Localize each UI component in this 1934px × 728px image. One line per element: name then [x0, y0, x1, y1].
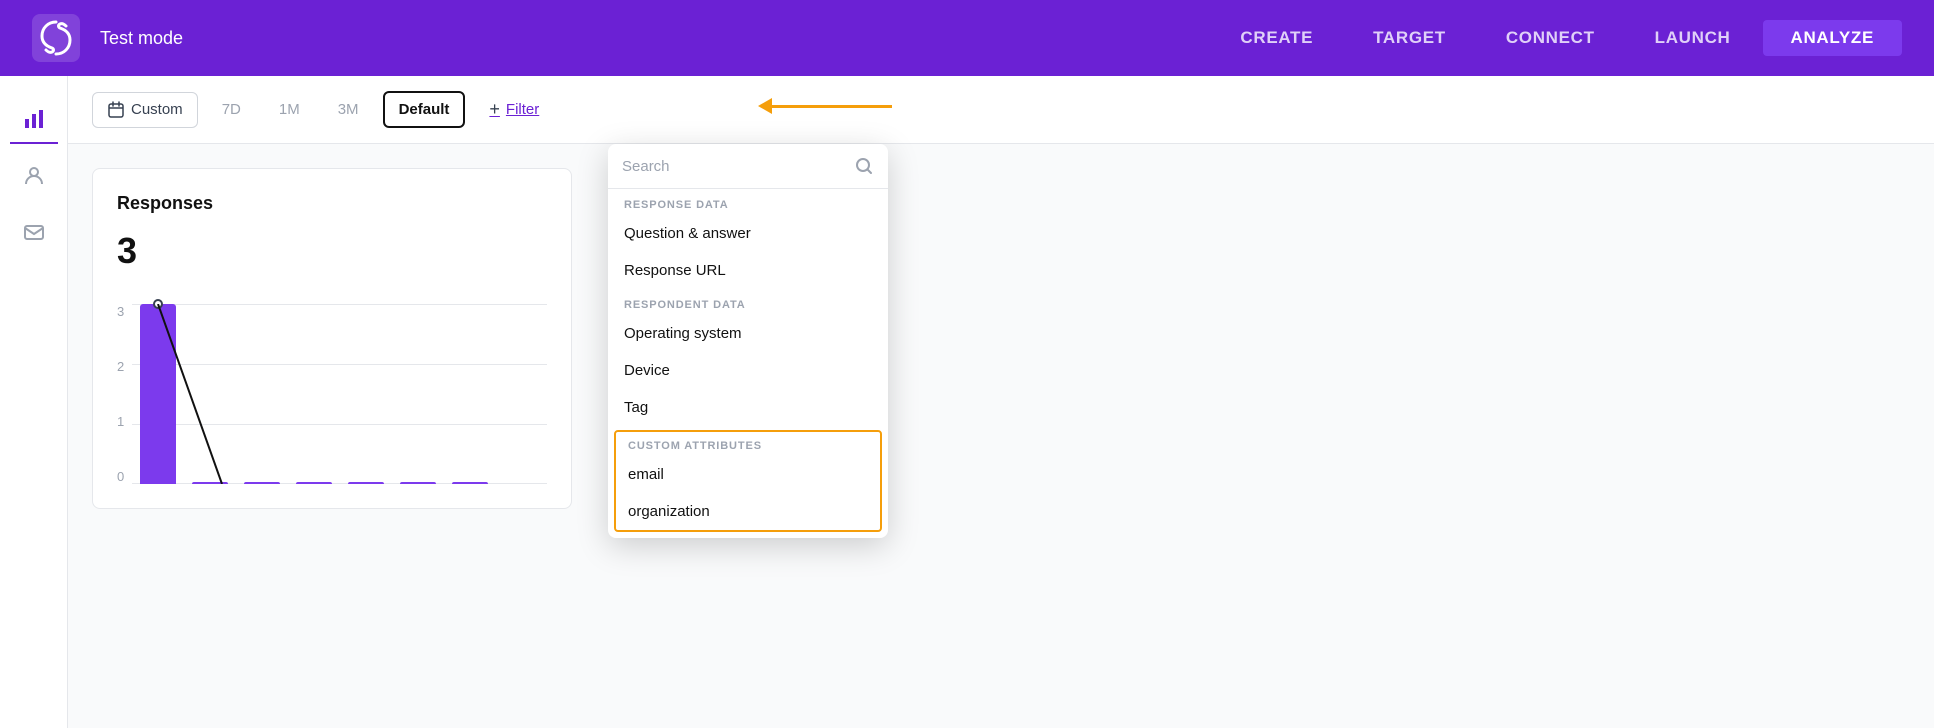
- bar-4: [296, 482, 332, 484]
- sidebar: [0, 76, 68, 728]
- orange-arrow-annotation: [758, 98, 892, 114]
- period-default-button[interactable]: Default: [383, 91, 466, 128]
- custom-attributes-label: CUSTOM ATTRIBUTES: [616, 432, 880, 456]
- mail-icon: [22, 220, 46, 244]
- sidebar-item-messages[interactable]: [10, 208, 58, 256]
- chart-inner: 0 1 2 3: [117, 284, 547, 484]
- bars-container: [132, 304, 547, 484]
- period-7d-button[interactable]: 7D: [208, 93, 255, 126]
- response-data-section: RESPONSE DATA Question & answer Response…: [608, 189, 888, 289]
- dropdown-search-container: [608, 144, 888, 189]
- chart-total: 3: [117, 230, 547, 272]
- dropdown-search-input[interactable]: [622, 158, 846, 175]
- nav-target[interactable]: TARGET: [1345, 20, 1474, 56]
- bar-chart-icon: [22, 107, 46, 131]
- dropdown-item-organization[interactable]: organization: [616, 493, 880, 530]
- nav-launch[interactable]: LAUNCH: [1627, 20, 1759, 56]
- response-data-label: RESPONSE DATA: [608, 189, 888, 215]
- app-logo: [32, 14, 80, 62]
- custom-date-button[interactable]: Custom: [92, 92, 198, 128]
- search-icon: [854, 156, 874, 176]
- y-axis: 0 1 2 3: [117, 304, 124, 484]
- dropdown-item-device[interactable]: Device: [608, 352, 888, 389]
- period-3m-button[interactable]: 3M: [324, 93, 373, 126]
- bar-3: [244, 482, 280, 484]
- chart-area: Responses 3 0 1 2 3: [68, 144, 1934, 533]
- dropdown-item-operating-system[interactable]: Operating system: [608, 315, 888, 352]
- dropdown-item-tag[interactable]: Tag: [608, 389, 888, 426]
- respondent-data-label: RESPONDENT DATA: [608, 289, 888, 315]
- bar-6: [400, 482, 436, 484]
- filter-label: Filter: [506, 101, 539, 118]
- dropdown-item-question-answer[interactable]: Question & answer: [608, 215, 888, 252]
- dropdown-item-email[interactable]: email: [616, 456, 880, 493]
- nav-analyze[interactable]: ANALYZE: [1763, 20, 1902, 56]
- bar-main: [140, 304, 176, 484]
- bar-2: [192, 482, 228, 484]
- calendar-icon: [107, 101, 125, 119]
- arrow-line: [772, 105, 892, 108]
- bar-7: [452, 482, 488, 484]
- respondent-data-section: RESPONDENT DATA Operating system Device …: [608, 289, 888, 426]
- toolbar: Custom 7D 1M 3M Default + Filter: [68, 76, 1934, 144]
- test-mode-label: Test mode: [100, 28, 1212, 49]
- nav-connect[interactable]: CONNECT: [1478, 20, 1623, 56]
- bar-dot: [153, 299, 163, 309]
- custom-label: Custom: [131, 101, 183, 118]
- period-1m-button[interactable]: 1M: [265, 93, 314, 126]
- person-icon: [22, 164, 46, 188]
- nav-create[interactable]: CREATE: [1212, 20, 1341, 56]
- plus-icon: +: [489, 99, 500, 120]
- bar-5: [348, 482, 384, 484]
- main-content: Custom 7D 1M 3M Default + Filter Respons…: [68, 76, 1934, 728]
- arrow-head: [758, 98, 772, 114]
- dropdown-item-response-url[interactable]: Response URL: [608, 252, 888, 289]
- chart-title: Responses: [117, 193, 547, 214]
- y-label-2: 2: [117, 359, 124, 374]
- y-label-3: 3: [117, 304, 124, 319]
- bars-wrapper: [132, 304, 547, 484]
- y-label-0: 0: [117, 469, 124, 484]
- top-navigation: Test mode CREATE TARGET CONNECT LAUNCH A…: [0, 0, 1934, 76]
- sidebar-item-analytics[interactable]: [10, 96, 58, 144]
- filter-dropdown: RESPONSE DATA Question & answer Response…: [608, 144, 888, 538]
- responses-chart-card: Responses 3 0 1 2 3: [92, 168, 572, 509]
- sidebar-item-respondents[interactable]: [10, 152, 58, 200]
- custom-attributes-section: CUSTOM ATTRIBUTES email organization: [614, 430, 882, 532]
- nav-links: CREATE TARGET CONNECT LAUNCH ANALYZE: [1212, 20, 1902, 56]
- filter-button[interactable]: + Filter: [475, 91, 553, 128]
- y-label-1: 1: [117, 414, 124, 429]
